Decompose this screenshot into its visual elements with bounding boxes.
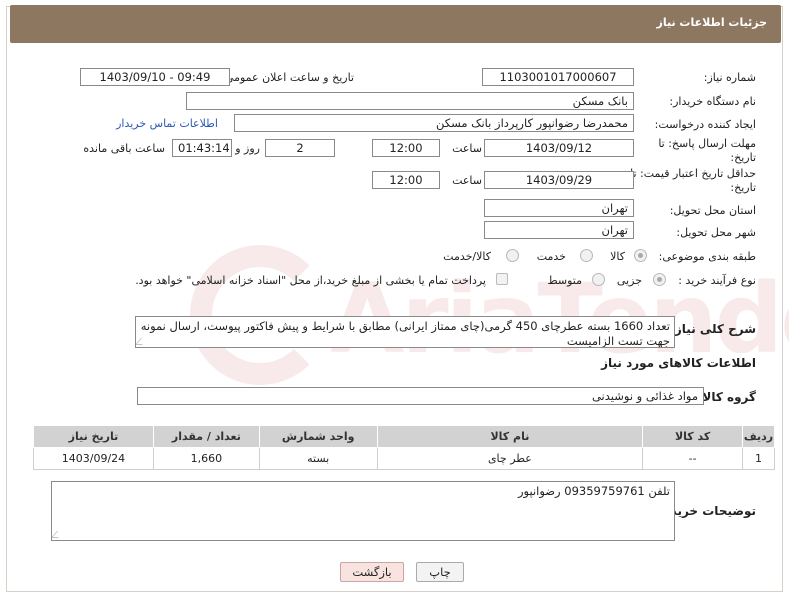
announce-datetime-field[interactable]: 1403/09/10 - 09:49 [80,68,230,86]
cell-code: -- [642,447,744,470]
goods-group-field[interactable]: مواد غذائی و نوشیدنی [137,387,704,405]
description-label: شرح کلی نیاز: [670,322,756,336]
category-option-goods: کالا [610,250,625,263]
cell-quantity: 1,660 [152,447,260,470]
col-unit: واحد شمارش [258,425,378,448]
purchase-option-medium: متوسط [547,274,582,287]
col-name: نام کالا [376,425,644,448]
goods-group-label: گروه کالا: [697,390,756,404]
remaining-time-field[interactable]: 01:43:14 [172,139,232,157]
remaining-time-label: ساعت باقی مانده [83,142,165,155]
buyer-notes-textarea[interactable]: تلفن 09359759761 رضوانپور [51,481,675,541]
description-textarea[interactable]: تعداد 1660 بسته عطرچای 450 گرمی(چای ممتا… [135,316,675,348]
response-deadline-label: مهلت ارسال پاسخ: تا تاریخ: [658,137,756,164]
goods-table: ردیف کد کالا نام کالا واحد شمارش تعداد /… [33,425,775,470]
category-radio-goods-service[interactable] [506,249,519,262]
requester-field[interactable]: محمدرضا رضوانپور کارپرداز بانک مسکن [234,114,634,132]
buyer-org-label: نام دستگاه خریدار: [669,95,756,108]
buyer-org-field[interactable]: بانک مسکن [186,92,634,110]
notes-resize-handle-icon[interactable] [52,531,64,538]
treasury-payment-note: پرداخت تمام یا بخشی از مبلغ خرید،از محل … [135,274,486,287]
price-validity-time-field[interactable]: 12:00 [372,171,440,189]
cell-row: 1 [742,447,775,470]
need-number-field[interactable]: 1103001017000607 [482,68,634,86]
description-text: تعداد 1660 بسته عطرچای 450 گرمی(چای ممتا… [140,319,670,348]
print-button[interactable]: چاپ [416,562,464,582]
response-date-field[interactable]: 1403/09/12 [484,139,634,157]
goods-section-title: اطلاعات کالاهای مورد نیاز [601,356,756,370]
category-label: طبقه بندی موضوعی: [658,250,756,263]
category-option-service: خدمت [536,250,566,263]
goods-table-header: ردیف کد کالا نام کالا واحد شمارش تعداد /… [33,425,775,448]
need-number-label: شماره نیاز: [703,71,756,84]
col-code: کد کالا [642,425,744,448]
back-button[interactable]: بازگشت [340,562,404,582]
price-validity-label: حداقل تاریخ اعتبار قیمت: تا تاریخ: [630,167,756,194]
category-radio-service[interactable] [580,249,593,262]
response-time-label: ساعت [452,142,482,155]
requester-label: ایجاد کننده درخواست: [654,118,756,131]
days-field[interactable]: 2 [265,139,335,157]
col-quantity: تعداد / مقدار [152,425,260,448]
price-validity-time-label: ساعت [452,174,482,187]
delivery-city-label: شهر محل تحویل: [676,226,756,239]
purchase-radio-medium[interactable] [592,273,605,286]
delivery-province-label: استان محل تحویل: [669,204,756,217]
title-bar: جزئیات اطلاعات نیاز [10,5,781,43]
days-label: روز و [235,142,260,155]
delivery-province-field[interactable]: تهران [484,199,634,217]
resize-handle-icon[interactable] [136,338,148,345]
col-row: ردیف [742,425,775,448]
col-need-date: تاریخ نیاز [33,425,154,448]
purchase-radio-minor[interactable] [653,273,666,286]
price-validity-date-field[interactable]: 1403/09/29 [484,171,634,189]
page-title: جزئیات اطلاعات نیاز [656,16,768,29]
contact-info-link[interactable]: اطلاعات تماس خریدار [116,117,218,130]
delivery-city-field[interactable]: تهران [484,221,634,239]
treasury-payment-checkbox[interactable] [496,273,508,285]
purchase-option-minor: جزیی [616,274,642,287]
category-radio-goods[interactable] [634,249,647,262]
response-time-field[interactable]: 12:00 [372,139,440,157]
cell-unit: بسته [258,447,378,470]
purchase-type-label: نوع فرآیند خرید : [678,274,756,287]
cell-name: عطر چای [376,447,644,470]
table-row: 1 -- عطر چای بسته 1,660 1403/09/24 [33,447,775,470]
announce-datetime-label: تاریخ و ساعت اعلان عمومی: [221,71,354,84]
cell-need-date: 1403/09/24 [33,447,154,470]
category-option-goods-service: کالا/خدمت [443,250,491,263]
buyer-notes-text: تلفن 09359759761 رضوانپور [517,484,670,498]
